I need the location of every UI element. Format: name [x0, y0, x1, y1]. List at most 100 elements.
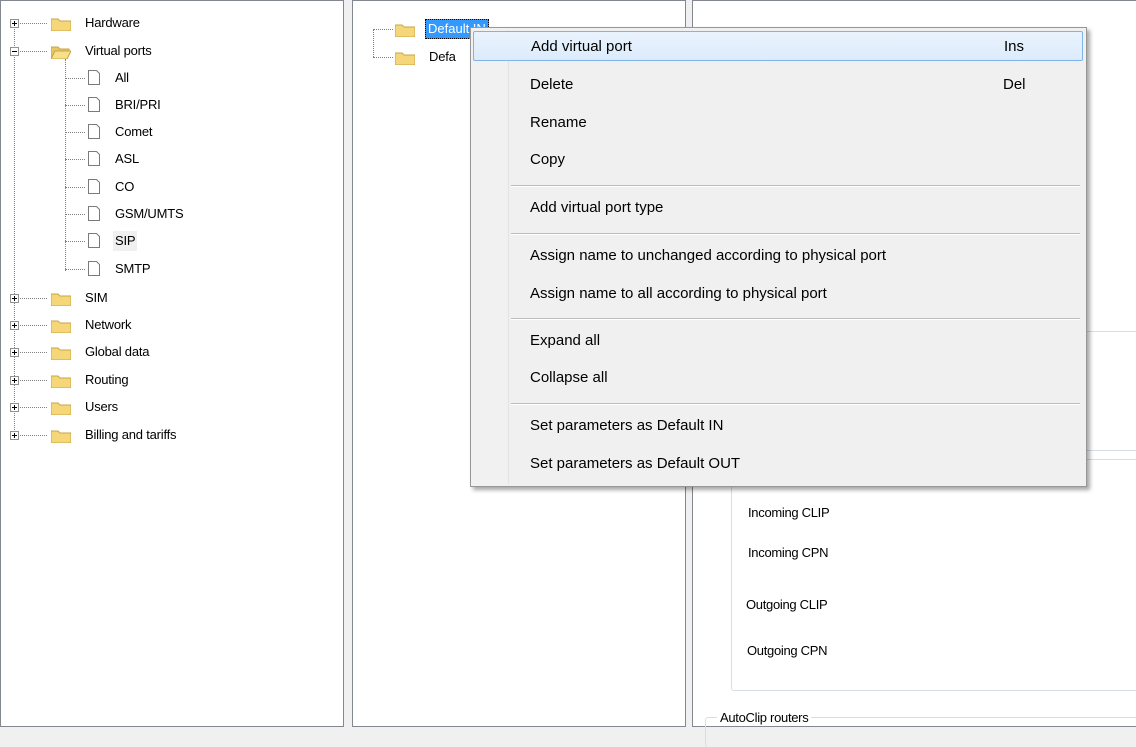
tree-connector — [65, 187, 85, 188]
tree-item-label: Routing — [85, 372, 129, 387]
collapse-icon[interactable] — [10, 47, 19, 56]
menu-item-add-virtual-port[interactable]: Add virtual port Ins — [473, 31, 1083, 61]
menu-item-expand-all[interactable]: Expand all — [473, 326, 1083, 356]
left-tree-panel: Hardware Virtual ports All BRI/PRI Comet… — [0, 0, 344, 727]
tree-item-label: All — [115, 70, 129, 85]
tree-item-label: CO — [115, 179, 135, 194]
menu-item-assign-unchanged[interactable]: Assign name to unchanged according to ph… — [473, 241, 1083, 271]
tree-item-billing[interactable]: Billing and tariffs — [1, 425, 341, 445]
tree-item-label: SIM — [85, 290, 108, 305]
incoming-cpn-label: Incoming CPN — [748, 545, 829, 560]
menu-item-label: Copy — [530, 151, 566, 168]
folder-icon — [51, 347, 71, 360]
tree-item-label: Virtual ports — [85, 43, 152, 58]
tree-connector — [20, 380, 47, 381]
tree-item-label: ASL — [115, 151, 139, 166]
menu-separator — [511, 185, 1080, 187]
folder-icon — [51, 375, 71, 388]
expand-icon[interactable] — [10, 431, 19, 440]
menu-item-shortcut: Ins — [1004, 38, 1025, 55]
tree-connector — [20, 298, 47, 299]
tree-item-network[interactable]: Network — [1, 315, 341, 335]
document-icon — [88, 97, 100, 112]
menu-item-label: Rename — [530, 114, 587, 131]
tree-item-sim[interactable]: SIM — [1, 288, 341, 308]
menu-separator — [511, 403, 1080, 405]
menu-item-label: Collapse all — [530, 369, 608, 386]
expand-icon[interactable] — [10, 321, 19, 330]
menu-item-copy[interactable]: Copy — [473, 145, 1083, 175]
folder-icon — [51, 293, 71, 306]
menu-item-label: Expand all — [530, 332, 601, 349]
tree-connector — [65, 105, 85, 106]
tree-item-label: Global data — [85, 344, 150, 359]
folder-icon — [395, 52, 415, 65]
tree-connector — [65, 78, 85, 79]
tree-connector — [20, 407, 47, 408]
list-item-default-in[interactable]: Default IN — [353, 19, 489, 39]
document-icon — [88, 151, 100, 166]
tree-item-label: Billing and tariffs — [85, 427, 177, 442]
tree-connector — [20, 435, 47, 436]
menu-item-label: Delete — [530, 76, 574, 93]
tree-item-co[interactable]: CO — [1, 177, 341, 197]
document-icon — [88, 124, 100, 139]
expand-icon[interactable] — [10, 348, 19, 357]
folder-icon — [51, 18, 71, 31]
tree-connector — [20, 51, 47, 52]
tree-item-label: BRI/PRI — [115, 97, 161, 112]
menu-separator — [511, 318, 1080, 320]
menu-item-delete[interactable]: Delete Del — [473, 70, 1083, 100]
tree-connector — [20, 352, 47, 353]
tree-connector — [65, 269, 85, 270]
menu-item-set-default-in[interactable]: Set parameters as Default IN — [473, 411, 1083, 441]
document-icon — [88, 179, 100, 194]
expand-icon[interactable] — [10, 19, 19, 28]
expand-icon[interactable] — [10, 403, 19, 412]
menu-item-rename[interactable]: Rename — [473, 108, 1083, 138]
open-folder-icon — [51, 46, 71, 59]
tree-item-comet[interactable]: Comet — [1, 122, 341, 142]
tree-item-users[interactable]: Users — [1, 397, 341, 417]
tree-item-smtp[interactable]: SMTP — [1, 259, 341, 279]
menu-item-collapse-all[interactable]: Collapse all — [473, 363, 1083, 393]
tree-item-sip[interactable]: SIP — [1, 231, 341, 251]
expand-icon[interactable] — [10, 294, 19, 303]
tree-item-label: Defa — [429, 49, 456, 64]
tree-item-label: Users — [85, 399, 118, 414]
incoming-clip-label: Incoming CLIP — [748, 505, 830, 520]
context-menu: Add virtual port Ins Delete Del Rename C… — [470, 27, 1087, 487]
menu-separator — [511, 233, 1080, 235]
expand-icon[interactable] — [10, 376, 19, 385]
outgoing-clip-label: Outgoing CLIP — [746, 597, 828, 612]
tree-item-label: Network — [85, 317, 132, 332]
tree-item-bri-pri[interactable]: BRI/PRI — [1, 95, 341, 115]
tree-item-label: SIP — [113, 231, 138, 251]
folder-icon — [51, 320, 71, 333]
tree-connector — [20, 23, 47, 24]
tree-item-hardware[interactable]: Hardware — [1, 13, 341, 33]
menu-item-set-default-out[interactable]: Set parameters as Default OUT — [473, 449, 1083, 479]
tree-connector — [373, 57, 393, 58]
tree-item-global-data[interactable]: Global data — [1, 342, 341, 362]
document-icon — [88, 70, 100, 85]
tree-connector — [65, 159, 85, 160]
menu-item-assign-all[interactable]: Assign name to all according to physical… — [473, 279, 1083, 309]
document-icon — [88, 233, 100, 248]
menu-item-label: Set parameters as Default OUT — [530, 455, 741, 472]
folder-icon — [395, 24, 415, 37]
menu-item-label: Set parameters as Default IN — [530, 417, 724, 434]
list-item-default-out[interactable]: Defa — [353, 47, 473, 67]
menu-item-label: Assign name to all according to physical… — [530, 285, 827, 302]
tree-item-label: Hardware — [85, 15, 140, 30]
tree-item-virtual-ports[interactable]: Virtual ports — [1, 41, 341, 61]
tree-item-routing[interactable]: Routing — [1, 370, 341, 390]
clip-settings-group: Incoming CLIP Incoming CPN Outgoing CLIP… — [731, 459, 1136, 691]
tree-item-label: GSM/UMTS — [115, 206, 184, 221]
tree-item-label: SMTP — [115, 261, 151, 276]
tree-item-asl[interactable]: ASL — [1, 149, 341, 169]
tree-connector — [65, 241, 85, 242]
tree-item-all[interactable]: All — [1, 68, 341, 88]
tree-item-gsm-umts[interactable]: GSM/UMTS — [1, 204, 341, 224]
menu-item-add-virtual-port-type[interactable]: Add virtual port type — [473, 193, 1083, 223]
